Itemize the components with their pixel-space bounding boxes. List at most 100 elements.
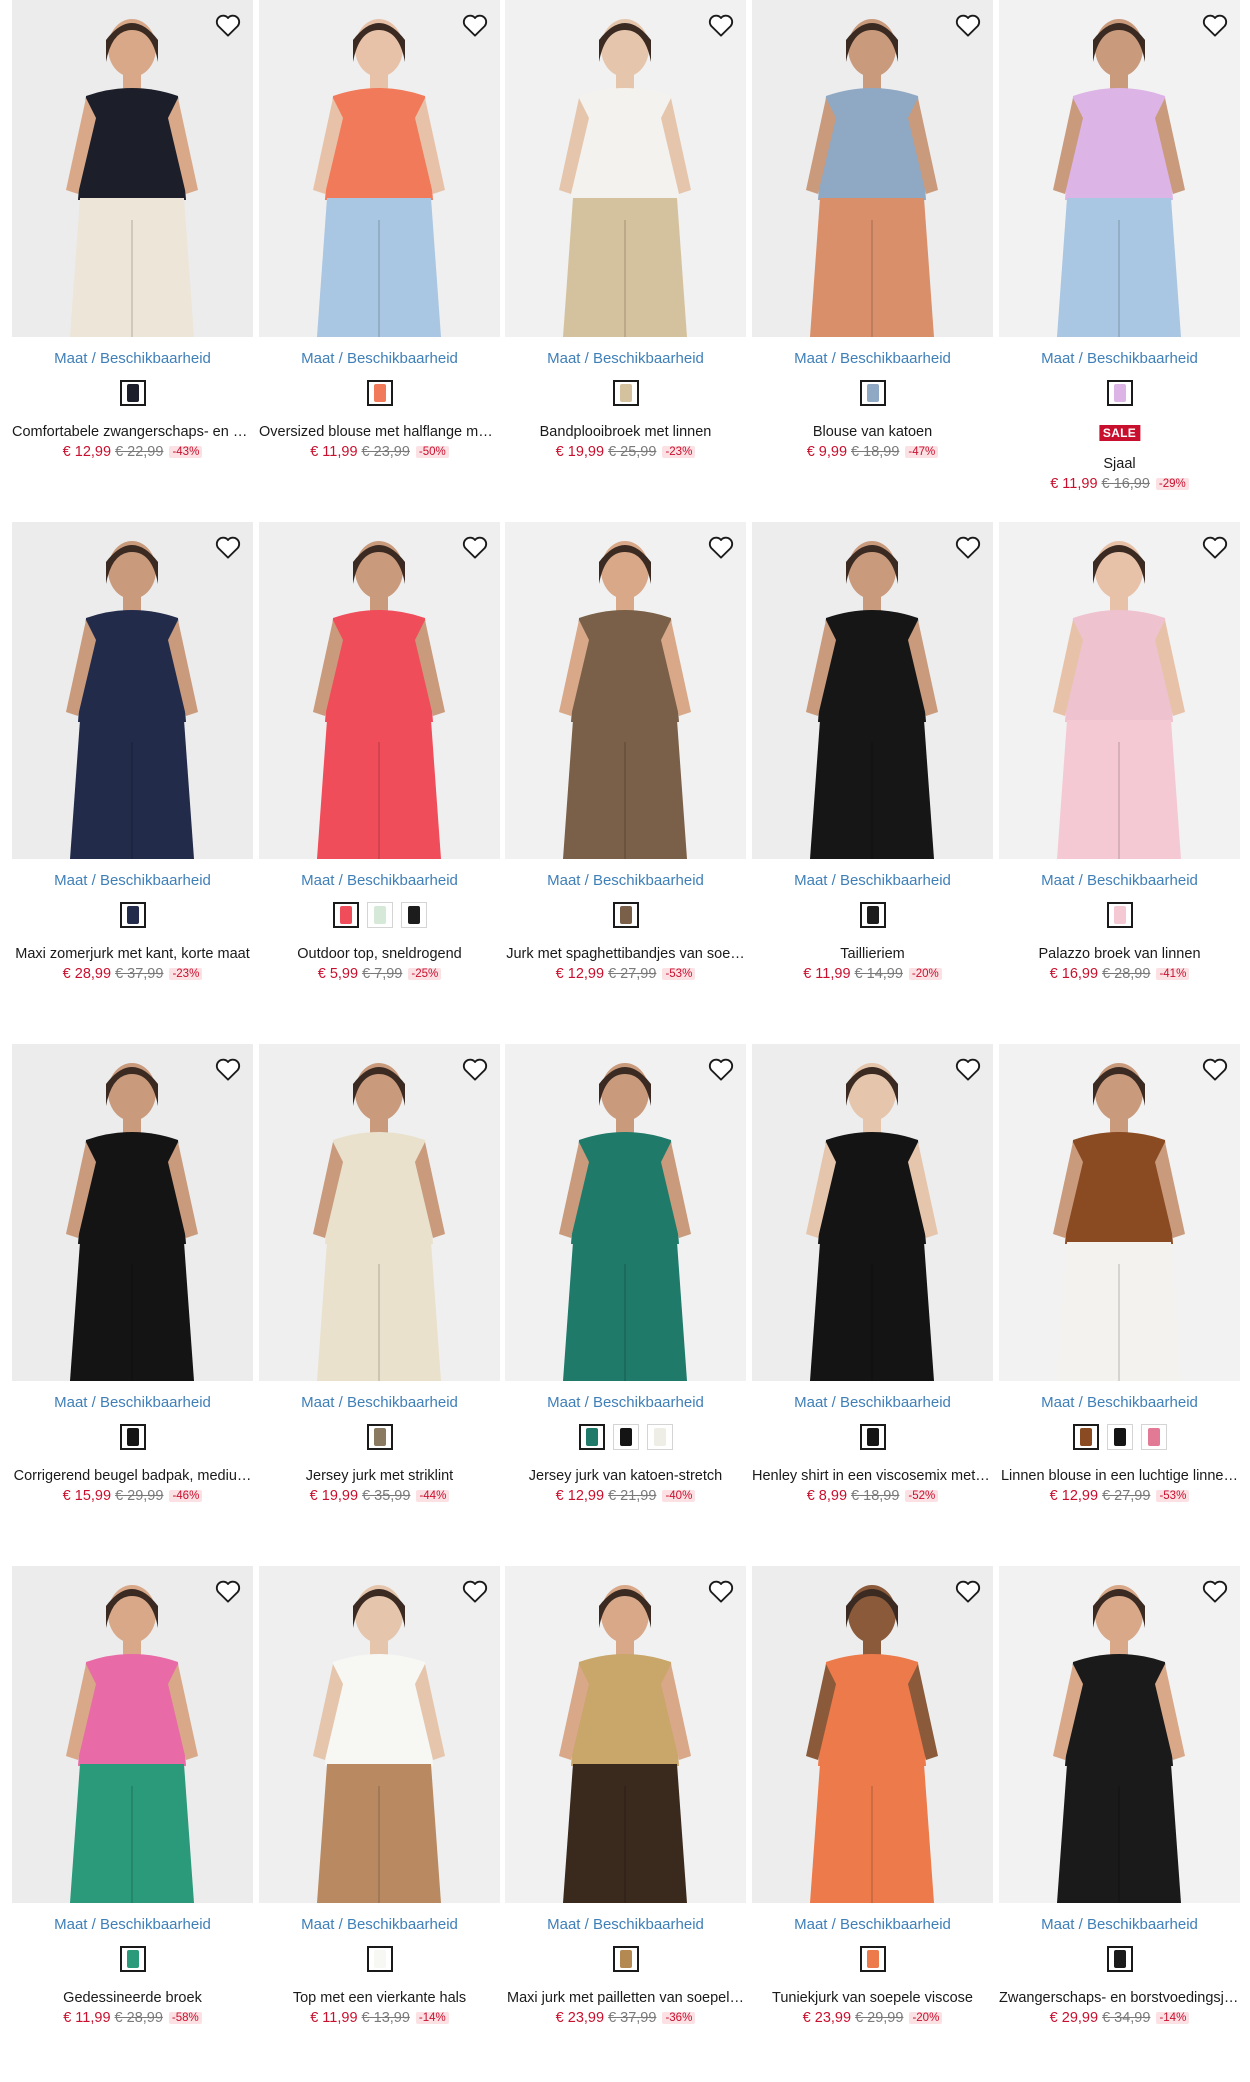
product-image[interactable] — [259, 1566, 500, 1903]
product-card[interactable]: Maat / Beschikbaarheid Tuniekjurk van soe… — [752, 1566, 993, 2066]
product-image[interactable] — [999, 0, 1240, 337]
wishlist-heart-icon[interactable] — [704, 8, 738, 42]
product-title[interactable]: Zwangerschaps- en borstvoedingsju… — [999, 1990, 1240, 2006]
color-swatch[interactable] — [400, 902, 427, 928]
product-card[interactable]: Maat / Beschikbaarheid Maxi jurk met pail… — [505, 1566, 746, 2066]
product-image[interactable] — [999, 522, 1240, 859]
color-swatch[interactable] — [1072, 1424, 1099, 1450]
product-title[interactable]: Outdoor top, sneldrogend — [259, 946, 500, 962]
product-image[interactable] — [259, 1044, 500, 1381]
size-availability-link[interactable]: Maat / Beschikbaarheid — [505, 872, 746, 889]
color-swatch[interactable] — [612, 1424, 639, 1450]
product-card[interactable]: Maat / Beschikbaarheid Comfortabele zwang… — [12, 0, 253, 500]
wishlist-heart-icon[interactable] — [458, 530, 492, 564]
wishlist-heart-icon[interactable] — [211, 1574, 245, 1608]
wishlist-heart-icon[interactable] — [951, 1052, 985, 1086]
product-card[interactable]: Maat / Beschikbaarheid Jurk met spaghetti… — [505, 522, 746, 1022]
color-swatch[interactable] — [859, 1946, 886, 1972]
size-availability-link[interactable]: Maat / Beschikbaarheid — [12, 350, 253, 367]
product-image[interactable] — [752, 1566, 993, 1903]
color-swatch[interactable] — [1106, 1424, 1133, 1450]
size-availability-link[interactable]: Maat / Beschikbaarheid — [505, 1916, 746, 1933]
product-card[interactable]: Maat / Beschikbaarheid Oversized blouse m… — [259, 0, 500, 500]
size-availability-link[interactable]: Maat / Beschikbaarheid — [259, 350, 500, 367]
product-title[interactable]: Sjaal — [999, 456, 1240, 472]
product-image[interactable] — [505, 522, 746, 859]
product-image[interactable] — [752, 1044, 993, 1381]
color-swatch[interactable] — [859, 902, 886, 928]
product-title[interactable]: Blouse van katoen — [752, 424, 993, 440]
size-availability-link[interactable]: Maat / Beschikbaarheid — [752, 872, 993, 889]
wishlist-heart-icon[interactable] — [458, 8, 492, 42]
color-swatch[interactable] — [1106, 902, 1133, 928]
product-card[interactable]: Maat / Beschikbaarheid Top met een vierka… — [259, 1566, 500, 2066]
product-image[interactable] — [12, 0, 253, 337]
wishlist-heart-icon[interactable] — [458, 1052, 492, 1086]
size-availability-link[interactable]: Maat / Beschikbaarheid — [259, 1916, 500, 1933]
wishlist-heart-icon[interactable] — [951, 530, 985, 564]
color-swatch[interactable] — [1106, 1946, 1133, 1972]
product-image[interactable] — [752, 0, 993, 337]
product-title[interactable]: Linnen blouse in een luchtige linne… — [999, 1468, 1240, 1484]
product-card[interactable]: Maat / Beschikbaarheid Jersey jurk van ka… — [505, 1044, 746, 1544]
size-availability-link[interactable]: Maat / Beschikbaarheid — [752, 350, 993, 367]
product-card[interactable]: Maat / Beschikbaarheid Jersey jurk met st… — [259, 1044, 500, 1544]
product-title[interactable]: Gedessineerde broek — [12, 1990, 253, 2006]
product-image[interactable] — [505, 0, 746, 337]
product-image[interactable] — [259, 522, 500, 859]
color-swatch[interactable] — [119, 902, 146, 928]
product-title[interactable]: Maxi jurk met pailletten van soepel… — [505, 1990, 746, 2006]
product-title[interactable]: Oversized blouse met halflange mo… — [259, 424, 500, 440]
color-swatch[interactable] — [859, 1424, 886, 1450]
product-card[interactable]: Maat / Beschikbaarheid SALE Sjaal € 11,99 € … — [999, 0, 1240, 500]
size-availability-link[interactable]: Maat / Beschikbaarheid — [259, 1394, 500, 1411]
product-card[interactable]: Maat / Beschikbaarheid Palazzo broek van … — [999, 522, 1240, 1022]
product-title[interactable]: Corrigerend beugel badpak, mediu… — [12, 1468, 253, 1484]
product-title[interactable]: Bandplooibroek met linnen — [505, 424, 746, 440]
color-swatch[interactable] — [859, 380, 886, 406]
wishlist-heart-icon[interactable] — [1198, 1574, 1232, 1608]
product-image[interactable] — [12, 1044, 253, 1381]
size-availability-link[interactable]: Maat / Beschikbaarheid — [12, 1916, 253, 1933]
wishlist-heart-icon[interactable] — [458, 1574, 492, 1608]
color-swatch[interactable] — [612, 380, 639, 406]
product-card[interactable]: Maat / Beschikbaarheid Outdoor top, sneld… — [259, 522, 500, 1022]
wishlist-heart-icon[interactable] — [1198, 530, 1232, 564]
product-image[interactable] — [752, 522, 993, 859]
wishlist-heart-icon[interactable] — [211, 1052, 245, 1086]
product-title[interactable]: Comfortabele zwangerschaps- en b… — [12, 424, 253, 440]
product-image[interactable] — [12, 522, 253, 859]
product-title[interactable]: Henley shirt in een viscosemix met … — [752, 1468, 993, 1484]
product-card[interactable]: Maat / Beschikbaarheid Maxi zomerjurk met… — [12, 522, 253, 1022]
size-availability-link[interactable]: Maat / Beschikbaarheid — [999, 872, 1240, 889]
wishlist-heart-icon[interactable] — [704, 1574, 738, 1608]
product-title[interactable]: Jurk met spaghettibandjes van soe… — [505, 946, 746, 962]
product-card[interactable]: Maat / Beschikbaarheid Bandplooibroek met… — [505, 0, 746, 500]
size-availability-link[interactable]: Maat / Beschikbaarheid — [12, 1394, 253, 1411]
product-title[interactable]: Jersey jurk met striklint — [259, 1468, 500, 1484]
size-availability-link[interactable]: Maat / Beschikbaarheid — [752, 1394, 993, 1411]
size-availability-link[interactable]: Maat / Beschikbaarheid — [505, 350, 746, 367]
size-availability-link[interactable]: Maat / Beschikbaarheid — [505, 1394, 746, 1411]
product-image[interactable] — [505, 1566, 746, 1903]
product-card[interactable]: Maat / Beschikbaarheid Corrigerend beugel… — [12, 1044, 253, 1544]
wishlist-heart-icon[interactable] — [1198, 1052, 1232, 1086]
color-swatch[interactable] — [119, 1424, 146, 1450]
product-image[interactable] — [505, 1044, 746, 1381]
size-availability-link[interactable]: Maat / Beschikbaarheid — [999, 1394, 1240, 1411]
color-swatch[interactable] — [366, 1946, 393, 1972]
wishlist-heart-icon[interactable] — [1198, 8, 1232, 42]
color-swatch[interactable] — [612, 902, 639, 928]
color-swatch[interactable] — [612, 1946, 639, 1972]
product-card[interactable]: Maat / Beschikbaarheid Henley shirt in ee… — [752, 1044, 993, 1544]
product-title[interactable]: Tuniekjurk van soepele viscose — [752, 1990, 993, 2006]
color-swatch[interactable] — [366, 1424, 393, 1450]
product-image[interactable] — [999, 1566, 1240, 1903]
color-swatch[interactable] — [332, 902, 359, 928]
color-swatch[interactable] — [366, 380, 393, 406]
product-title[interactable]: Maxi zomerjurk met kant, korte maat — [12, 946, 253, 962]
color-swatch[interactable] — [646, 1424, 673, 1450]
product-image[interactable] — [12, 1566, 253, 1903]
color-swatch[interactable] — [119, 1946, 146, 1972]
wishlist-heart-icon[interactable] — [704, 530, 738, 564]
